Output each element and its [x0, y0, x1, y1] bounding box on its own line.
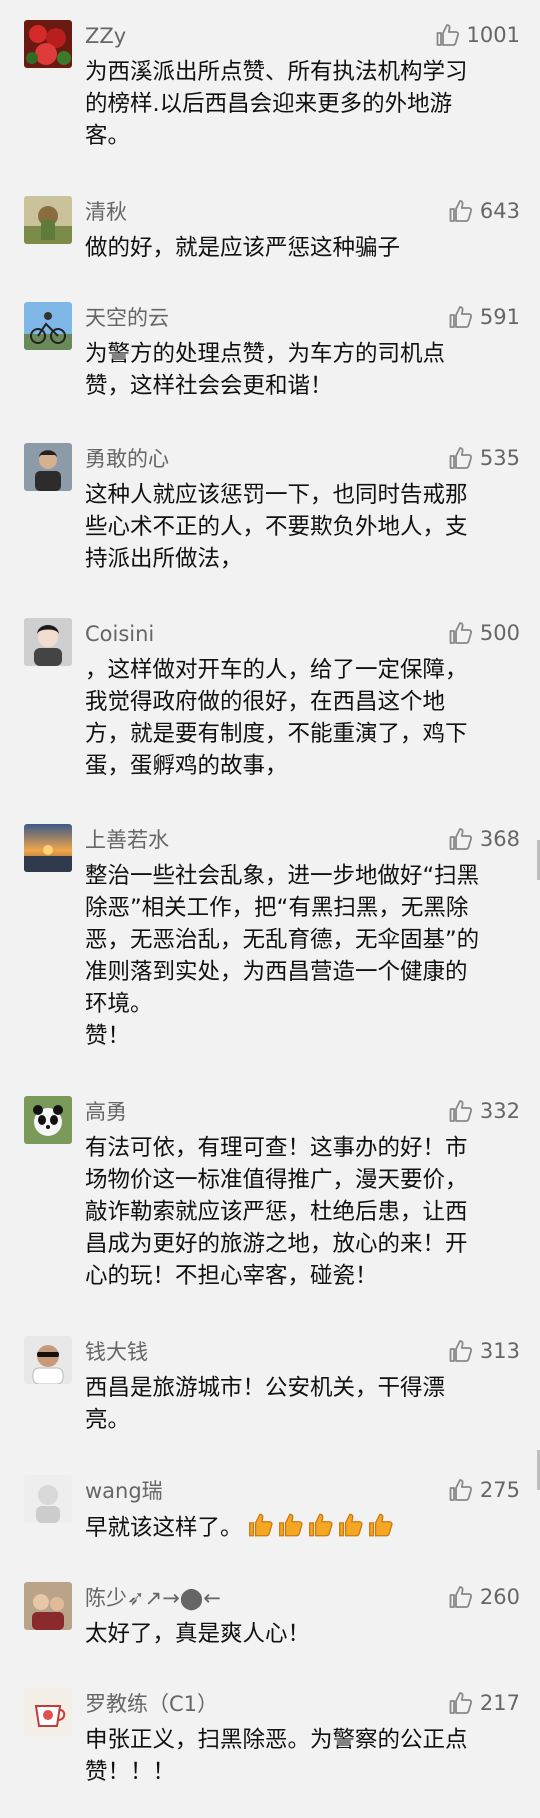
avatar[interactable]: [24, 1336, 72, 1384]
like-button[interactable]: 260: [448, 1582, 520, 1612]
comment-text: 西昌是旅游城市！公安机关，干得漂 亮。: [85, 1375, 446, 1433]
like-count: 332: [479, 1099, 520, 1123]
like-button[interactable]: 535: [448, 443, 520, 473]
thumbs-up-outline-icon: [448, 304, 474, 330]
comment-text: 整治一些社会乱象，进一步地做好“扫黑 除恶”相关工作，把“有黑扫黑，无黑除 恶，…: [85, 863, 480, 1049]
like-button[interactable]: 1001: [435, 20, 520, 50]
comment-item: 钱大钱 313 西昌是旅游城市！公安机关，干得漂 亮。: [0, 1336, 540, 1466]
username[interactable]: Coisini: [85, 620, 154, 648]
username[interactable]: 陈少➶↗→⬤←: [85, 1584, 221, 1612]
thumbs-up-outline-icon: [448, 1690, 474, 1716]
username[interactable]: 高勇: [85, 1098, 127, 1126]
comment-text: 有法可依，有理可查！这事办的好！市 场物价这一标准值得推广，漫天要价， 敲诈勒索…: [85, 1135, 468, 1289]
comment-text: 早就该这样了。: [85, 1511, 515, 1544]
avatar[interactable]: [24, 1582, 72, 1630]
comment-text: ，这样做对开车的人，给了一定保障， 我觉得政府做的很好，在西昌这个地 方，就是要…: [85, 657, 468, 779]
comment-text: 为警方的处理点赞，为车方的司机点 赞，这样社会会更和谐！: [85, 341, 446, 399]
avatar[interactable]: [24, 1688, 72, 1736]
thumbs-up-outline-icon: [435, 22, 461, 48]
thumbs-up-emoji-icon: [368, 1513, 393, 1537]
like-button[interactable]: 591: [448, 302, 520, 332]
avatar[interactable]: [24, 824, 72, 872]
comment-text: 这种人就应该惩罚一下，也同时告戒那 些心术不正的人，不要欺负外地人，支 持派出所…: [85, 482, 468, 572]
like-count: 1001: [466, 23, 520, 47]
comment-text: 做的好，就是应该严惩这种骗子: [85, 235, 401, 261]
thumbs-up-outline-icon: [448, 620, 474, 646]
emoji-group: [247, 1511, 395, 1539]
like-count: 535: [479, 446, 520, 470]
avatar[interactable]: [24, 302, 72, 350]
like-count: 217: [479, 1691, 520, 1715]
thumbs-up-outline-icon: [448, 198, 474, 224]
avatar[interactable]: [24, 1096, 72, 1144]
like-count: 591: [479, 305, 520, 329]
username[interactable]: wang瑞: [85, 1477, 163, 1505]
comment-text: 太好了，真是爽人心！: [85, 1621, 311, 1647]
like-count: 313: [479, 1339, 520, 1363]
username[interactable]: 天空的云: [85, 304, 169, 332]
thumbs-up-emoji-icon: [338, 1513, 363, 1537]
comment-item: 天空的云 591 为警方的处理点赞，为车方的司机点 赞，这样社会会更和谐！: [0, 302, 540, 432]
username[interactable]: 清秋: [85, 198, 127, 226]
thumbs-up-outline-icon: [448, 445, 474, 471]
like-button[interactable]: 217: [448, 1688, 520, 1718]
avatar[interactable]: [24, 618, 72, 666]
like-button[interactable]: 368: [448, 824, 520, 854]
avatar[interactable]: [24, 196, 72, 244]
comment-item: 勇敢的心 535 这种人就应该惩罚一下，也同时告戒那 些心术不正的人，不要欺负外…: [0, 443, 540, 573]
like-count: 275: [479, 1478, 520, 1502]
like-button[interactable]: 332: [448, 1096, 520, 1126]
avatar[interactable]: [24, 20, 72, 68]
thumbs-up-outline-icon: [448, 1584, 474, 1610]
comment-text-body: 早就该这样了。: [85, 1515, 243, 1541]
like-count: 260: [479, 1585, 520, 1609]
like-button[interactable]: 275: [448, 1475, 520, 1505]
username[interactable]: 罗教练（C1）: [85, 1690, 218, 1718]
like-count: 643: [479, 199, 520, 223]
comment-item: Coisini 500 ，这样做对开车的人，给了一定保障， 我觉得政府做的很好，…: [0, 618, 540, 779]
username[interactable]: ZZy: [85, 22, 126, 50]
avatar[interactable]: [24, 1475, 72, 1523]
username[interactable]: 钱大钱: [85, 1338, 148, 1366]
comment-text: 申张正义，扫黑除恶。为警察的公正点 赞！！！: [85, 1727, 468, 1785]
like-button[interactable]: 643: [448, 196, 520, 226]
thumbs-up-emoji-icon: [278, 1513, 303, 1537]
comment-item: ZZy 1001 为西溪派出所点赞、所有执法机构学习 的榜样.以后西昌会迎来更多…: [0, 20, 540, 150]
thumbs-up-outline-icon: [448, 1477, 474, 1503]
thumbs-up-outline-icon: [448, 1338, 474, 1364]
thumbs-up-emoji-icon: [248, 1513, 273, 1537]
thumbs-up-outline-icon: [448, 1098, 474, 1124]
like-button[interactable]: 500: [448, 618, 520, 648]
comment-item: 上善若水 368 整治一些社会乱象，进一步地做好“扫黑 除恶”相关工作，把“有黑…: [0, 824, 540, 1049]
thumbs-up-outline-icon: [448, 826, 474, 852]
like-count: 368: [479, 827, 520, 851]
username[interactable]: 勇敢的心: [85, 445, 169, 473]
username[interactable]: 上善若水: [85, 826, 169, 854]
avatar[interactable]: [24, 443, 72, 491]
thumbs-up-emoji-icon: [308, 1513, 333, 1537]
comment-item: 罗教练（C1） 217 申张正义，扫黑除恶。为警察的公正点 赞！！！: [0, 1688, 540, 1818]
like-count: 500: [479, 621, 520, 645]
like-button[interactable]: 313: [448, 1336, 520, 1366]
comment-item: 高勇 332 有法可依，有理可查！这事办的好！市 场物价这一标准值得推广，漫天要…: [0, 1096, 540, 1289]
comment-text: 为西溪派出所点赞、所有执法机构学习 的榜样.以后西昌会迎来更多的外地游 客。: [85, 59, 468, 149]
